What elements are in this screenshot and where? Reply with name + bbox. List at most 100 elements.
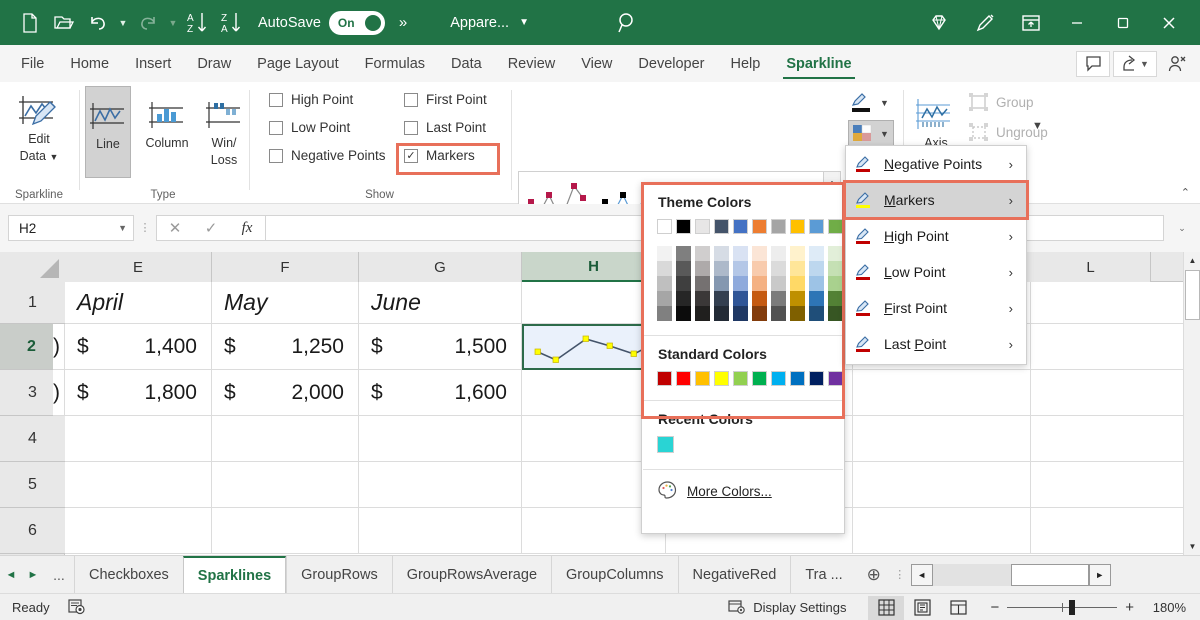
shade-1-2[interactable] xyxy=(676,276,691,291)
shade-2-1[interactable] xyxy=(695,261,710,276)
cell-D3-partial[interactable]: ) xyxy=(53,370,65,416)
shade-8-1[interactable] xyxy=(809,261,824,276)
sheet-nav-next-icon[interactable]: ► xyxy=(22,556,44,594)
column-header-F[interactable]: F xyxy=(212,252,359,282)
shade-4-2[interactable] xyxy=(733,276,748,291)
standard-swatch-8[interactable] xyxy=(809,371,824,386)
tab-formulas[interactable]: Formulas xyxy=(352,45,438,82)
horizontal-scrollbar[interactable]: ◄ ► xyxy=(911,564,1111,586)
markers-checkbox[interactable]: ✓ xyxy=(404,149,418,163)
row-header-4[interactable]: 4 xyxy=(0,416,65,462)
search-icon[interactable] xyxy=(617,12,639,34)
checkbox-negative-points[interactable]: Negative Points xyxy=(269,148,386,163)
negative-points-checkbox[interactable] xyxy=(269,149,283,163)
tab-sparkline[interactable]: Sparkline xyxy=(773,45,864,82)
page-break-view-button[interactable] xyxy=(940,596,976,620)
sheet-tab-sparklines[interactable]: Sparklines xyxy=(183,556,286,594)
shade-3-0[interactable] xyxy=(714,246,729,261)
standard-swatch-1[interactable] xyxy=(676,371,691,386)
ribbon-display-icon[interactable] xyxy=(1008,0,1054,45)
name-box-caret-icon[interactable]: ▼ xyxy=(118,223,127,233)
redo-dropdown-caret[interactable]: ▼ xyxy=(166,8,180,38)
shade-6-3[interactable] xyxy=(771,291,786,306)
theme-swatch-0[interactable] xyxy=(657,219,672,234)
cell-G1[interactable]: June xyxy=(359,282,522,324)
shade-9-4[interactable] xyxy=(828,306,843,321)
standard-swatch-7[interactable] xyxy=(790,371,805,386)
maximize-button[interactable] xyxy=(1100,0,1146,45)
cell-J6[interactable] xyxy=(853,508,1031,554)
shade-5-1[interactable] xyxy=(752,261,767,276)
sort-asc-icon[interactable]: AZ xyxy=(182,8,214,38)
sheet-nav-overflow[interactable]: ... xyxy=(44,567,74,583)
style-group-overflow-caret-icon[interactable]: ▼ xyxy=(1032,120,1043,132)
shade-9-0[interactable] xyxy=(828,246,843,261)
shade-6-4[interactable] xyxy=(771,306,786,321)
insert-function-icon[interactable]: fx xyxy=(229,216,265,240)
low-point-checkbox[interactable] xyxy=(269,121,283,135)
sparkline-color-caret-icon[interactable]: ▼ xyxy=(880,98,889,108)
row-header-5[interactable]: 5 xyxy=(0,462,65,508)
zoom-level-label[interactable]: 180% xyxy=(1134,600,1186,615)
hscroll-thumb[interactable] xyxy=(1011,564,1089,586)
theme-swatch-5[interactable] xyxy=(752,219,767,234)
shade-1-1[interactable] xyxy=(676,261,691,276)
shade-4-1[interactable] xyxy=(733,261,748,276)
cancel-edit-icon[interactable]: ✕ xyxy=(157,216,193,240)
shade-2-4[interactable] xyxy=(695,306,710,321)
theme-swatch-6[interactable] xyxy=(771,219,786,234)
checkbox-last-point[interactable]: Last Point xyxy=(404,120,486,135)
cell-F6[interactable] xyxy=(212,508,359,554)
theme-shade-col-5[interactable] xyxy=(752,246,767,321)
theme-shade-col-8[interactable] xyxy=(809,246,824,321)
type-winloss-button[interactable]: Win/ Loss xyxy=(202,86,246,168)
cell-G6[interactable] xyxy=(359,508,522,554)
collapse-ribbon-button[interactable]: ⌃ xyxy=(1181,186,1190,199)
draw-pen-icon[interactable] xyxy=(962,0,1008,45)
shade-7-3[interactable] xyxy=(790,291,805,306)
comments-icon[interactable] xyxy=(1076,51,1110,77)
tab-data[interactable]: Data xyxy=(438,45,495,82)
open-file-icon[interactable] xyxy=(48,8,80,38)
menu-item-high-point[interactable]: High Point › xyxy=(846,218,1026,254)
menu-item-negative-points[interactable]: Negative Points › xyxy=(846,146,1026,182)
accessibility-checker-icon[interactable] xyxy=(68,598,86,616)
edit-data-button[interactable]: Edit Data ▼ xyxy=(0,82,78,165)
cell-J5[interactable] xyxy=(853,462,1031,508)
theme-swatch-2[interactable] xyxy=(695,219,710,234)
cell-E6[interactable] xyxy=(65,508,212,554)
hscroll-left-icon[interactable]: ◄ xyxy=(911,564,933,586)
shade-7-1[interactable] xyxy=(790,261,805,276)
theme-shade-col-0[interactable] xyxy=(657,246,672,321)
standard-swatch-6[interactable] xyxy=(771,371,786,386)
vertical-scrollbar[interactable]: ▲ ▼ xyxy=(1183,252,1200,555)
axis-button[interactable]: Axis xyxy=(908,86,964,151)
theme-shade-col-6[interactable] xyxy=(771,246,786,321)
shade-2-3[interactable] xyxy=(695,291,710,306)
autosave-toggle[interactable]: On xyxy=(329,11,385,35)
menu-item-low-point[interactable]: Low Point › xyxy=(846,254,1026,290)
standard-swatch-2[interactable] xyxy=(695,371,710,386)
shade-8-3[interactable] xyxy=(809,291,824,306)
theme-swatch-8[interactable] xyxy=(809,219,824,234)
sheet-nav-prev-icon[interactable]: ◄ xyxy=(0,556,22,594)
shade-6-1[interactable] xyxy=(771,261,786,276)
confirm-edit-icon[interactable]: ✓ xyxy=(193,216,229,240)
hscroll-right-icon[interactable]: ► xyxy=(1089,564,1111,586)
shade-5-2[interactable] xyxy=(752,276,767,291)
shade-6-2[interactable] xyxy=(771,276,786,291)
cell-L6[interactable] xyxy=(1031,508,1183,554)
normal-view-button[interactable] xyxy=(868,596,904,620)
cell-G5[interactable] xyxy=(359,462,522,508)
undo-icon[interactable] xyxy=(82,8,114,38)
theme-swatch-7[interactable] xyxy=(790,219,805,234)
sheet-tab-checkboxes[interactable]: Checkboxes xyxy=(74,556,183,594)
shade-0-4[interactable] xyxy=(657,306,672,321)
menu-item-markers[interactable]: Markers › xyxy=(846,182,1026,218)
shade-3-4[interactable] xyxy=(714,306,729,321)
checkbox-markers[interactable]: ✓ Markers xyxy=(404,148,475,163)
recent-swatch-0[interactable] xyxy=(657,436,674,453)
new-file-icon[interactable] xyxy=(14,8,46,38)
sheet-tab-tra[interactable]: Tra ... xyxy=(790,556,856,594)
shade-7-0[interactable] xyxy=(790,246,805,261)
